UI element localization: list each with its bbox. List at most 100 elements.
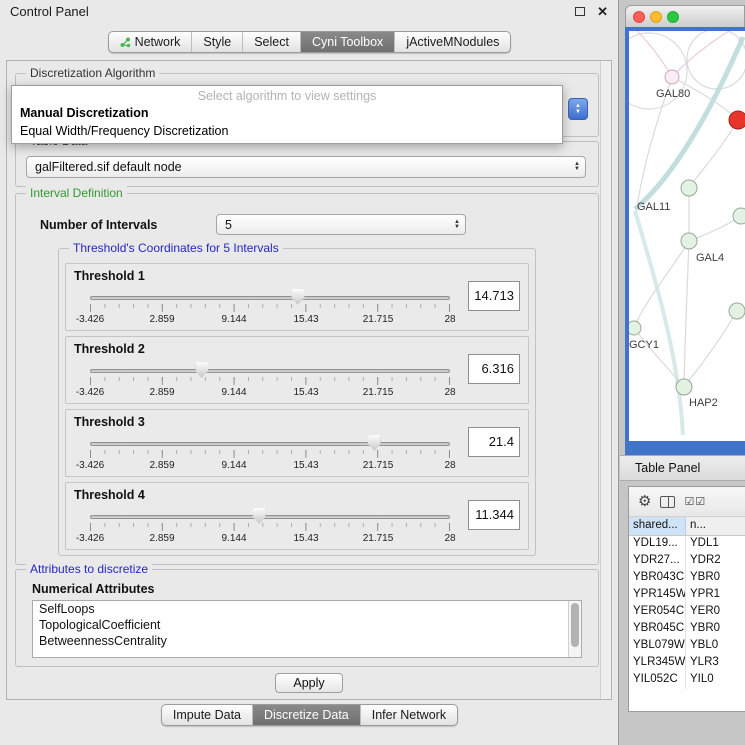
tab-cyni-toolbox[interactable]: Cyni Toolbox	[300, 32, 394, 52]
table-row[interactable]: YIL052CYIL0	[629, 672, 745, 689]
popup-item-equal-width-frequency-discretization[interactable]: Equal Width/Frequency Discretization	[12, 122, 562, 140]
table-row[interactable]: YBL079WYBL0	[629, 638, 745, 655]
stepper-down-icon: ▼	[454, 225, 460, 230]
tab-select[interactable]: Select	[242, 32, 300, 52]
scale-label: 21.715	[363, 460, 394, 471]
thresholds-coordinates-group-title: Threshold's Coordinates for 5 Intervals	[69, 241, 283, 255]
list-scrollbar[interactable]	[568, 601, 581, 657]
algorithm-popup-items: Manual DiscretizationEqual Width/Frequen…	[12, 104, 562, 140]
network-canvas[interactable]: GAL80GAL11GAL4GCY1HAP2	[629, 31, 745, 441]
tab-label: Style	[203, 35, 231, 49]
scale-label: -3.426	[76, 387, 104, 398]
threshold-label: Threshold 4	[74, 488, 145, 502]
edge	[689, 216, 741, 241]
gear-icon[interactable]: ⚙	[638, 494, 651, 509]
scale-label: 2.859	[149, 387, 174, 398]
threshold-row: Threshold 3-3.4262.8599.14415.4321.71528…	[65, 409, 529, 477]
bottom-tab-impute-data[interactable]: Impute Data	[162, 705, 252, 725]
scale-label: -3.426	[76, 533, 104, 544]
scale-label: -3.426	[76, 314, 104, 325]
node-label: GCY1	[629, 339, 659, 351]
network-node[interactable]	[681, 180, 697, 196]
edge	[684, 311, 737, 387]
cell-name: YLR3	[686, 655, 745, 672]
float-window-icon[interactable]	[575, 7, 585, 16]
close-traffic-light[interactable]	[633, 11, 645, 23]
scale-label: 15.43	[293, 460, 318, 471]
number-of-intervals-combo[interactable]: 5 ▲ ▼	[216, 214, 466, 235]
edge	[672, 31, 729, 77]
column-header-name[interactable]: n...	[686, 517, 745, 535]
scale-label: 2.859	[149, 314, 174, 325]
close-icon[interactable]: ✕	[597, 5, 608, 18]
scale-label: 9.144	[221, 314, 246, 325]
columns-icon[interactable]	[660, 496, 675, 508]
table-row[interactable]: YDL19...YDL1	[629, 536, 745, 553]
scale-label: 2.859	[149, 460, 174, 471]
table-row[interactable]: YLR345WYLR3	[629, 655, 745, 672]
scale-label: 28	[444, 533, 455, 544]
network-node[interactable]	[681, 233, 697, 249]
edge	[635, 211, 683, 435]
slider-track	[90, 515, 450, 519]
threshold-value-field[interactable]: 6.316	[468, 354, 520, 384]
tab-style[interactable]: Style	[191, 32, 242, 52]
table-data-combo[interactable]: galFiltered.sif default node ▲ ▼	[26, 156, 586, 178]
bottom-tab-infer-network[interactable]: Infer Network	[360, 705, 457, 725]
number-of-intervals-label: Number of Intervals	[40, 218, 157, 232]
network-node[interactable]	[665, 70, 679, 84]
list-item-topologicalcoefficient[interactable]: TopologicalCoefficient	[33, 617, 581, 633]
slider-major-ticks	[90, 523, 450, 531]
threshold-slider[interactable]: -3.4262.8599.14415.4321.71528	[90, 506, 450, 548]
network-node[interactable]	[629, 321, 641, 335]
network-node[interactable]	[729, 111, 745, 129]
numerical-attributes-label: Numerical Attributes	[32, 582, 154, 596]
table-row[interactable]: YBR043CYBR0	[629, 570, 745, 587]
table-row[interactable]: YBR045CYBR0	[629, 621, 745, 638]
threshold-row: Threshold 4 -3.4262.8599.14415.4321.71528…	[65, 482, 529, 550]
table-row[interactable]: YPR145WYPR1	[629, 587, 745, 604]
threshold-slider[interactable]: -3.4262.8599.14415.4321.71528	[90, 287, 450, 329]
cell-shared-name: YDL19...	[629, 536, 686, 553]
network-node[interactable]	[729, 303, 745, 319]
list-item-betweennesscentrality[interactable]: BetweennessCentrality	[33, 633, 581, 649]
popup-item-manual-discretization[interactable]: Manual Discretization	[12, 104, 562, 122]
tab-label: Select	[254, 35, 289, 49]
cell-name: YDL1	[686, 536, 745, 553]
zoom-traffic-light[interactable]	[667, 11, 679, 23]
threshold-value-field[interactable]: 14.713	[468, 281, 520, 311]
tab-network[interactable]: Network	[109, 32, 192, 52]
panel-scrollbar[interactable]	[600, 61, 611, 699]
table-row[interactable]: YER054CYER0	[629, 604, 745, 621]
select-columns-checkbox-icons[interactable]: ☑☑	[684, 495, 706, 508]
edge	[684, 241, 689, 387]
threshold-slider[interactable]: -3.4262.8599.14415.4321.71528	[90, 433, 450, 475]
slider-thumb[interactable]	[291, 289, 304, 305]
network-svg: GAL80GAL11GAL4GCY1HAP2	[629, 31, 745, 441]
network-node[interactable]	[733, 208, 745, 224]
network-node[interactable]	[676, 379, 692, 395]
list-scrollbar-thumb[interactable]	[571, 603, 579, 647]
threshold-value-field[interactable]: 11.344	[468, 500, 520, 530]
threshold-value-field[interactable]: 21.4	[468, 427, 520, 457]
table-data-group: Table Data galFiltered.sif default node …	[15, 141, 599, 187]
algorithm-combo-stepper[interactable]: ▲ ▼	[568, 98, 588, 120]
slider-major-ticks	[90, 304, 450, 312]
discretization-algorithm-group-title: Discretization Algorithm	[26, 66, 159, 80]
tab-jactivemnodules[interactable]: jActiveMNodules	[394, 32, 510, 52]
top-tabs-row: Network Style Select Cyni Toolbox jActiveMNo…	[0, 31, 619, 53]
scale-label: 21.715	[363, 387, 394, 398]
column-header-shared-name[interactable]: shared...	[629, 517, 686, 535]
apply-button[interactable]: Apply	[275, 673, 343, 693]
list-item-selfloops[interactable]: SelfLoops	[33, 601, 581, 617]
node-label: GAL80	[656, 88, 690, 100]
tab-label: Cyni Toolbox	[312, 35, 383, 49]
table-row[interactable]: YDR27...YDR2	[629, 553, 745, 570]
slider-thumb[interactable]	[368, 435, 381, 451]
slider-thumb[interactable]	[195, 362, 208, 378]
attributes-to-discretize-group: Attributes to discretize Numerical Attri…	[15, 569, 599, 667]
threshold-slider[interactable]: -3.4262.8599.14415.4321.71528	[90, 360, 450, 402]
bottom-tab-discretize-data[interactable]: Discretize Data	[252, 705, 360, 725]
slider-thumb[interactable]	[253, 508, 266, 524]
minimize-traffic-light[interactable]	[650, 11, 662, 23]
